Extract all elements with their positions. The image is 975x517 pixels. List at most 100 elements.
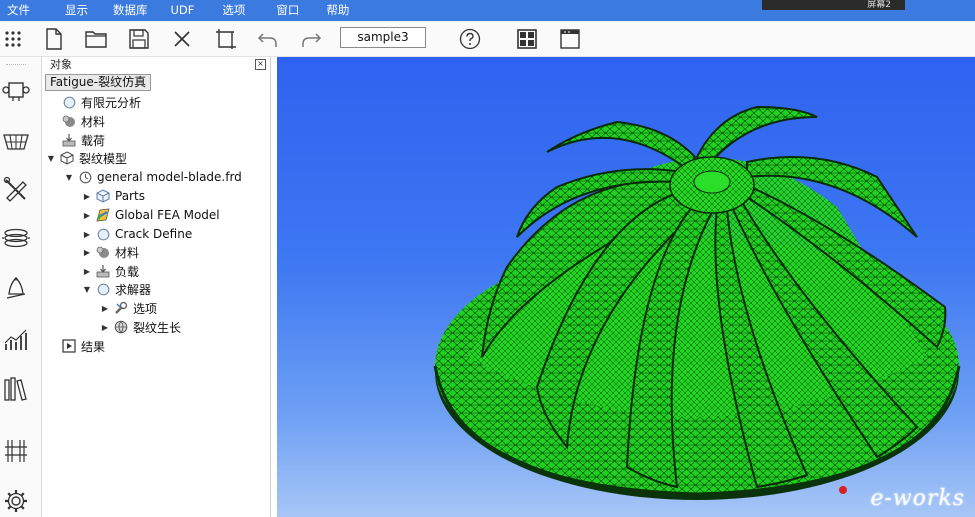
tree-item-label: 结果 xyxy=(81,339,106,354)
window-button[interactable] xyxy=(557,26,583,52)
tree-item-label: 求解器 xyxy=(115,282,152,297)
menu-help[interactable]: 帮助 xyxy=(312,0,362,21)
new-file-icon xyxy=(46,28,62,50)
watermark-logo: e-works xyxy=(870,486,965,511)
menu-display[interactable]: 显示 xyxy=(43,0,101,21)
bell-shape-icon xyxy=(6,277,26,299)
wrench-icon xyxy=(114,301,128,315)
circle-icon xyxy=(96,227,110,241)
close-icon xyxy=(174,31,190,47)
impeller-mesh-model xyxy=(433,105,961,500)
3d-viewport[interactable]: e-works xyxy=(277,57,975,517)
library-tool-button[interactable] xyxy=(2,375,30,403)
save-button[interactable] xyxy=(126,26,152,52)
help-icon xyxy=(459,28,481,50)
tree-item-label: 材料 xyxy=(115,245,140,260)
tree-item-label: 选项 xyxy=(133,301,158,316)
screen-indicator: 屏幕2 xyxy=(762,0,905,10)
redo-icon xyxy=(302,33,322,47)
redo-button[interactable] xyxy=(298,26,324,52)
tree-item-label: Crack Define xyxy=(115,227,193,241)
chart-tool-button[interactable] xyxy=(2,326,30,354)
wrench-pencil-icon xyxy=(3,176,27,202)
tree-item-material[interactable]: 材料 xyxy=(62,112,105,130)
books-icon xyxy=(4,377,27,401)
tree-item-crack-define[interactable]: ▶ Crack Define xyxy=(82,225,192,243)
menu-database[interactable]: 数据库 xyxy=(101,0,161,21)
layout-grid-button[interactable] xyxy=(514,26,540,52)
tree-item-label: 裂纹生长 xyxy=(133,320,182,335)
menu-file[interactable]: 文件 xyxy=(0,0,43,21)
cube-icon xyxy=(60,151,74,165)
toolbar: sample3 xyxy=(0,21,975,57)
tools-button[interactable] xyxy=(2,175,30,203)
tree-item-global-fea[interactable]: ▶ Global FEA Model xyxy=(82,206,220,224)
frame-icon xyxy=(216,29,236,49)
tree-item-load[interactable]: 载荷 xyxy=(62,131,105,149)
undo-button[interactable] xyxy=(255,26,281,52)
menu-window[interactable]: 窗口 xyxy=(258,0,312,21)
fea-model-icon xyxy=(96,208,110,222)
collapsed-arrow-icon[interactable]: ▶ xyxy=(82,211,92,220)
settings-button[interactable] xyxy=(2,487,30,515)
open-folder-button[interactable] xyxy=(83,26,109,52)
connector-icon xyxy=(2,82,30,101)
tree-item-fea[interactable]: 有限元分析 xyxy=(62,93,141,111)
load-hand-icon xyxy=(62,133,76,147)
tree-item-crack-growth[interactable]: ▶ 裂纹生长 xyxy=(100,318,181,336)
collapsed-arrow-icon[interactable]: ▶ xyxy=(82,267,92,276)
collapsed-arrow-icon[interactable]: ▶ xyxy=(100,304,110,313)
tree-item-label: Global FEA Model xyxy=(115,208,220,222)
tool-strip xyxy=(0,57,42,517)
material-icon xyxy=(62,114,76,128)
tree-item-label: 载荷 xyxy=(81,133,106,148)
apps-grid-icon xyxy=(5,31,21,47)
menu-options[interactable]: 选项 xyxy=(207,0,258,21)
crop-frame-button[interactable] xyxy=(213,26,239,52)
hash-grid-icon xyxy=(5,440,27,462)
menu-udf[interactable]: UDF xyxy=(161,0,208,21)
tree-item-parts[interactable]: ▶ Parts xyxy=(82,187,145,205)
tree-item-crack-model[interactable]: ▼ 裂纹模型 xyxy=(46,149,127,167)
load-tool-button[interactable] xyxy=(2,275,30,303)
globe-icon xyxy=(114,320,128,334)
collapsed-arrow-icon[interactable]: ▶ xyxy=(82,192,92,201)
parts-cube-icon xyxy=(96,189,110,203)
strip-grip xyxy=(6,64,26,68)
tree-item-label: Parts xyxy=(115,189,145,203)
tree-item-results[interactable]: 结果 xyxy=(62,337,105,355)
collapsed-arrow-icon[interactable]: ▶ xyxy=(100,323,110,332)
project-name-field[interactable]: sample3 xyxy=(340,27,426,48)
folder-icon xyxy=(85,31,107,48)
tree-item-sub-material[interactable]: ▶ 材料 xyxy=(82,243,139,261)
tree-item-sub-load[interactable]: ▶ 负载 xyxy=(82,262,139,280)
material-icon xyxy=(96,245,110,259)
tree-item-solver[interactable]: ▼ 求解器 xyxy=(82,280,151,298)
bar-chart-icon xyxy=(4,329,27,350)
circle-icon xyxy=(96,282,110,296)
grid-tool-button[interactable] xyxy=(2,437,30,465)
gear-icon xyxy=(5,490,27,512)
tree-root[interactable]: Fatigue-裂纹仿真 xyxy=(45,73,152,91)
apps-grid-button[interactable] xyxy=(0,26,26,52)
expanded-arrow-icon[interactable]: ▼ xyxy=(82,285,92,294)
mesh-tool-button[interactable] xyxy=(2,127,30,155)
collapsed-arrow-icon[interactable]: ▶ xyxy=(82,230,92,239)
new-file-button[interactable] xyxy=(41,26,67,52)
window-icon xyxy=(560,29,580,49)
tree-item-options[interactable]: ▶ 选项 xyxy=(100,299,157,317)
panel-close-button[interactable]: × xyxy=(255,59,266,70)
expanded-arrow-icon[interactable]: ▼ xyxy=(46,154,56,163)
save-icon xyxy=(129,29,149,49)
close-button[interactable] xyxy=(169,26,195,52)
geometry-tool-button[interactable] xyxy=(2,77,30,105)
circle-icon xyxy=(62,95,76,109)
collapsed-arrow-icon[interactable]: ▶ xyxy=(82,248,92,257)
tree-item-label: 材料 xyxy=(81,114,106,129)
results-play-icon xyxy=(62,339,76,353)
help-button[interactable] xyxy=(457,26,483,52)
tree-item-frd-file[interactable]: ▼ general model-blade.frd xyxy=(64,168,242,186)
expanded-arrow-icon[interactable]: ▼ xyxy=(64,173,74,182)
panel-title: 对象 xyxy=(50,58,72,71)
layers-tool-button[interactable] xyxy=(2,224,30,252)
